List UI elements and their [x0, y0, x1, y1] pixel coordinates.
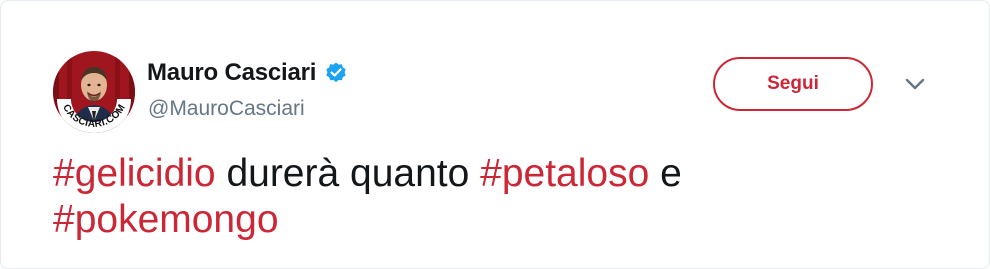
avatar[interactable]: CASCIARI.COM	[53, 51, 135, 133]
verified-badge-icon	[324, 61, 348, 85]
hashtag-link[interactable]: #gelicidio	[53, 152, 216, 195]
tweet-text-segment: durerà quanto	[215, 152, 481, 195]
chevron-down-icon[interactable]	[903, 77, 927, 93]
hashtag-link[interactable]: #pokemongo	[53, 198, 279, 241]
hashtag-link[interactable]: #petaloso	[480, 152, 649, 195]
tweet-card: CASCIARI.COM Mauro Casciari @MauroCascia…	[0, 0, 990, 269]
follow-button[interactable]: Segui	[713, 57, 873, 111]
tweet-text: #gelicidio durerà quanto #petaloso e #pok…	[53, 151, 933, 243]
display-name[interactable]: Mauro Casciari	[147, 59, 316, 87]
user-handle[interactable]: @MauroCasciari	[148, 97, 305, 121]
tweet-text-segment: e	[649, 152, 682, 195]
avatar-image: CASCIARI.COM	[53, 51, 135, 133]
user-name-row[interactable]: Mauro Casciari	[147, 59, 348, 87]
